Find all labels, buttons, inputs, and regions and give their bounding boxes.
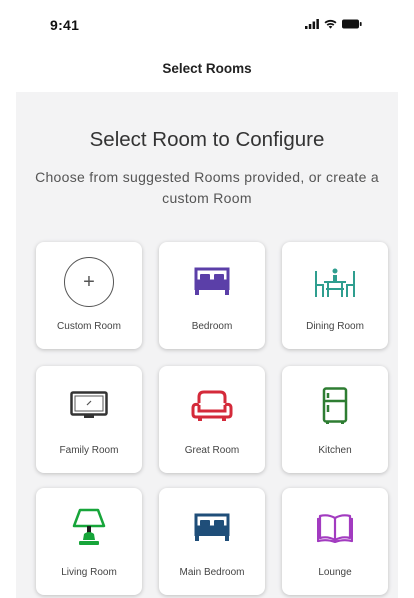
room-card-lounge[interactable]: Lounge (282, 488, 388, 595)
room-label: Family Room (59, 445, 119, 456)
status-icons (305, 19, 362, 29)
signal-icon (305, 19, 319, 29)
page-title: Select Rooms (162, 61, 252, 76)
sofa-icon (191, 390, 233, 421)
section-heading: Select Room to Configure (89, 128, 325, 151)
room-label: Lounge (318, 567, 352, 578)
tv-icon (70, 391, 108, 418)
battery-icon (342, 19, 362, 29)
room-card-great-room[interactable]: Great Room (159, 366, 265, 473)
room-label: Bedroom (191, 321, 233, 332)
room-label: Kitchen (318, 445, 352, 456)
section-subheading: Choose from suggested Rooms provided, or… (35, 169, 379, 206)
room-card-main-bedroom[interactable]: Main Bedroom (159, 488, 265, 595)
room-label: Custom Room (57, 321, 121, 332)
room-card-dining-room[interactable]: Dining Room (282, 242, 388, 349)
lamp-icon (72, 508, 106, 545)
content-panel: Select Room to Configure Choose from sug… (16, 92, 398, 598)
status-time: 9:41 (50, 17, 80, 33)
room-card-bedroom[interactable]: Bedroom (159, 242, 265, 349)
room-label: Dining Room (306, 321, 364, 332)
fridge-icon (322, 387, 348, 424)
bed-icon (194, 267, 230, 295)
nav-bar: Select Rooms (0, 52, 414, 90)
room-label: Living Room (61, 567, 117, 578)
room-label: Great Room (184, 445, 240, 456)
book-icon (317, 514, 353, 543)
room-label: Main Bedroom (179, 567, 245, 578)
room-card-living-room[interactable]: Living Room (36, 488, 142, 595)
room-card-custom-room[interactable]: + Custom Room (36, 242, 142, 349)
dining-table-icon (315, 268, 355, 297)
bed-icon (194, 513, 230, 541)
plus-icon: + (64, 257, 114, 307)
wifi-icon (324, 19, 337, 29)
status-bar: 9:41 (0, 0, 414, 48)
room-card-kitchen[interactable]: Kitchen (282, 366, 388, 473)
room-card-family-room[interactable]: Family Room (36, 366, 142, 473)
